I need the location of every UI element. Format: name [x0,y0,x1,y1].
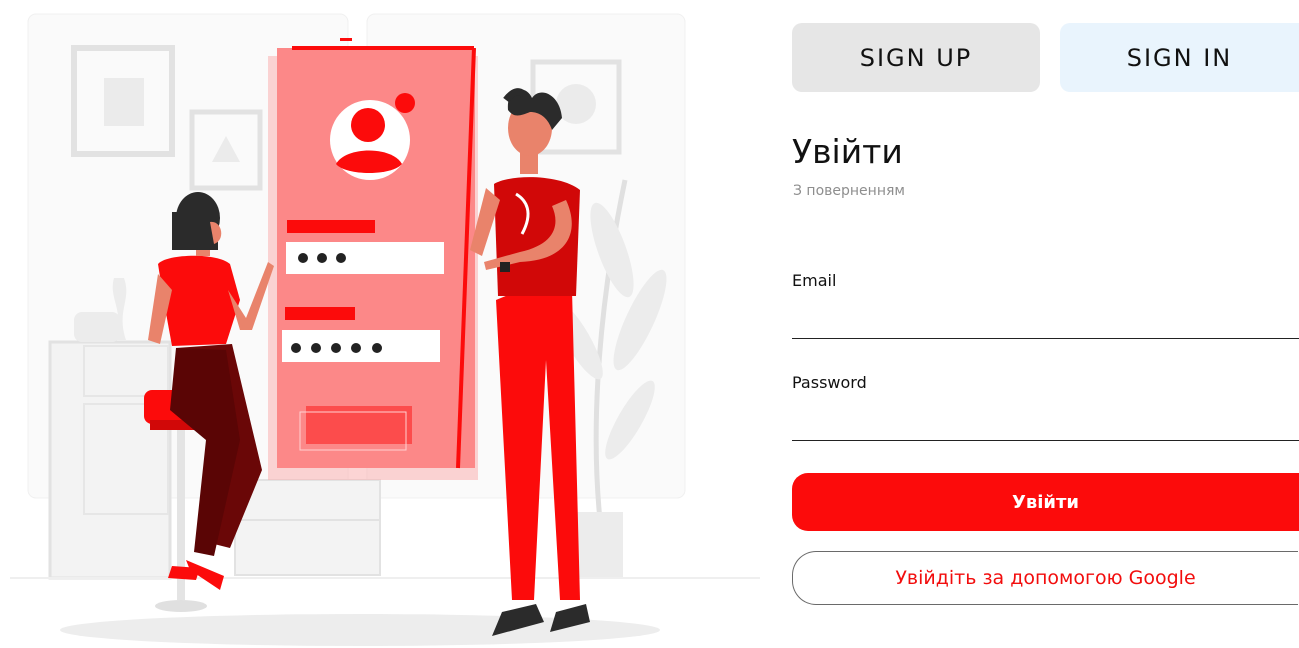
tab-sign-in[interactable]: SIGN IN [1060,23,1299,92]
email-field[interactable] [792,306,1299,339]
google-login-button[interactable]: Увійдіть за допомогою Google [792,551,1298,605]
tab-sign-up[interactable]: SIGN UP [792,23,1040,92]
password-label: Password [792,373,867,392]
login-button[interactable]: Увійти [792,473,1299,531]
email-label: Email [792,271,837,290]
password-field[interactable] [792,408,1299,441]
login-illustration [0,0,760,648]
page-title: Увійти [792,132,903,171]
page-subtitle: З поверненням [793,183,905,199]
